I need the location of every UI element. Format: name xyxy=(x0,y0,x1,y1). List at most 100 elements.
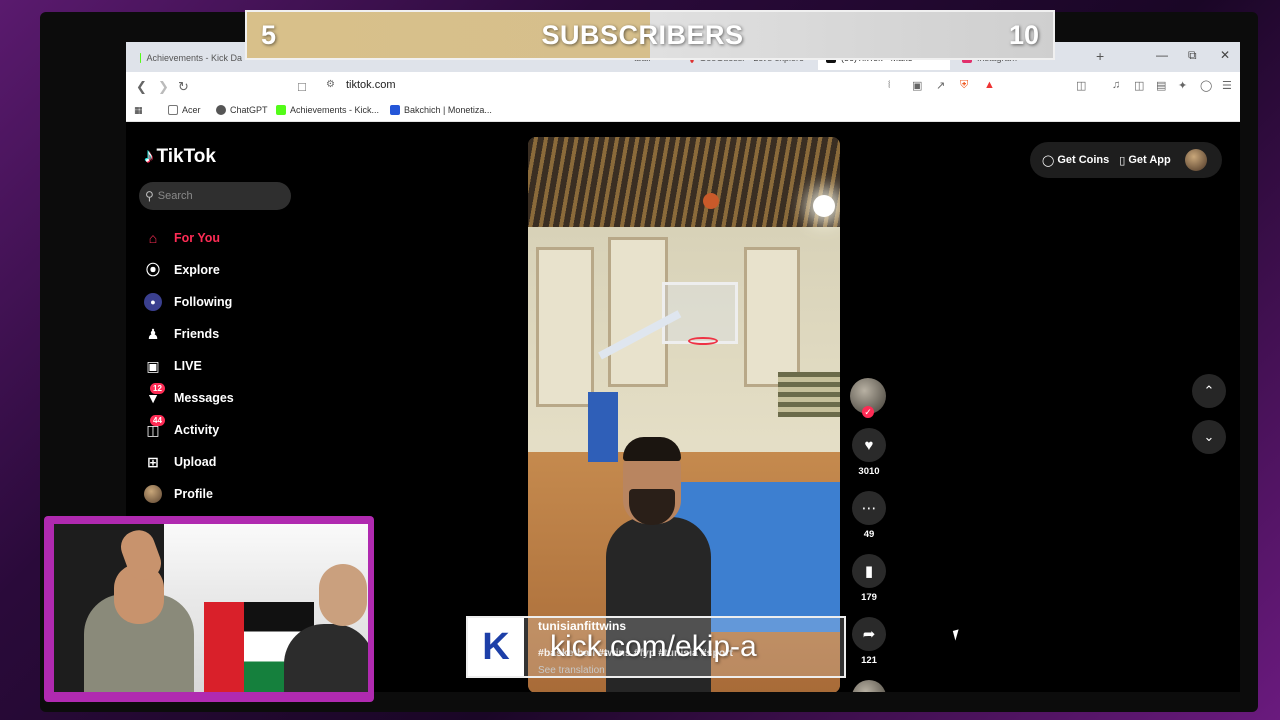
folder-icon xyxy=(168,105,178,115)
nav-label: Messages xyxy=(174,391,234,405)
get-coins-button[interactable]: ◯ Get Coins xyxy=(1042,154,1109,167)
forward-icon[interactable]: ❯ xyxy=(158,79,169,95)
sidebar-nav: ⌂ For You ⦿ Explore ● Following ♟ Friend… xyxy=(144,222,344,510)
menu-icon[interactable]: ☰ xyxy=(1222,79,1232,92)
back-icon[interactable]: ❮ xyxy=(136,79,147,95)
nav-label: Friends xyxy=(174,327,220,341)
nav-explore[interactable]: ⦿ Explore xyxy=(144,254,344,286)
music-disc-icon[interactable] xyxy=(852,680,886,692)
get-app-label: Get App xyxy=(1128,154,1171,166)
user-avatar[interactable] xyxy=(1184,149,1207,171)
nav-live[interactable]: ▣ LIVE xyxy=(144,350,344,382)
video-wall-panel xyxy=(536,247,594,407)
nav-for-you[interactable]: ⌂ For You xyxy=(144,222,344,254)
bookmark-label: Bakchich | Monetiza... xyxy=(404,105,492,115)
messages-badge: 12 xyxy=(150,383,165,394)
tab-kick-achievements[interactable]: Achievements - Kick Da xyxy=(132,46,250,70)
kick-url-banner: K kick.com/ekip-a xyxy=(466,616,846,678)
sidebar-icon[interactable]: ◫ xyxy=(1134,79,1144,92)
comment-icon[interactable]: ⋯ xyxy=(852,491,886,525)
bakchich-icon xyxy=(390,105,400,115)
nav-following[interactable]: ● Following xyxy=(144,286,344,318)
close-window-icon[interactable]: ✕ xyxy=(1220,48,1230,62)
compass-icon: ⦿ xyxy=(146,262,160,278)
tab-label: Achievements - Kick Da xyxy=(146,53,242,63)
nav-upload[interactable]: ⊞ Upload xyxy=(144,446,344,478)
home-icon: ⌂ xyxy=(148,230,158,246)
apps-grid-icon[interactable]: ▦ xyxy=(134,105,143,116)
bookmark-bakchich[interactable]: Bakchich | Monetiza... xyxy=(390,105,492,115)
nav-label: LIVE xyxy=(174,359,202,373)
new-tab-button[interactable]: + xyxy=(1096,48,1104,64)
like-action: ♥ 3010 xyxy=(850,428,888,477)
nav-label: Activity xyxy=(174,423,220,437)
bookmark-label: Achievements - Kick... xyxy=(290,105,380,115)
tiktok-note-icon: ♪ xyxy=(144,146,154,167)
following-icon: ● xyxy=(144,293,162,311)
bookmark-kick-achievements[interactable]: Achievements - Kick... xyxy=(276,105,379,115)
no-tracking-icon[interactable]: ⧙ xyxy=(888,79,890,92)
comment-count: 49 xyxy=(863,529,875,540)
vpn-icon[interactable]: ◯ xyxy=(1200,79,1212,92)
chevron-down-icon[interactable]: ⌄ xyxy=(1192,420,1226,454)
creator-avatar[interactable]: ✓ xyxy=(850,378,886,418)
nav-label: Explore xyxy=(174,263,220,277)
video-hoop-base xyxy=(588,392,618,462)
video-basketball xyxy=(703,193,719,209)
music-icon[interactable]: ♫ xyxy=(1112,79,1120,91)
reader-icon[interactable]: ◫ xyxy=(1076,79,1086,92)
video-player[interactable]: tunisianfittwins #basketball #twins #fyp… xyxy=(528,137,840,692)
video-light xyxy=(813,195,835,217)
kick-favicon-icon xyxy=(140,53,142,63)
brave-rewards-icon[interactable]: ▲ xyxy=(984,79,995,91)
chatgpt-icon xyxy=(216,105,226,115)
friends-icon: ♟ xyxy=(146,325,160,342)
logo-text: TikTok xyxy=(156,146,216,167)
nav-profile[interactable]: Profile xyxy=(144,478,344,510)
tiktok-logo[interactable]: ♪ TikTok xyxy=(144,146,216,168)
wallet-icon[interactable]: ▤ xyxy=(1156,79,1166,92)
bookmark-acer[interactable]: Acer xyxy=(168,105,201,115)
cast-icon[interactable]: ▣ xyxy=(912,79,922,92)
search-icon: ⚲ xyxy=(145,189,154,203)
brave-shield-icon[interactable]: ⛨ xyxy=(960,79,968,92)
get-coins-label: Get Coins xyxy=(1057,154,1110,166)
video-rim xyxy=(688,337,718,345)
share-action: ➦ 121 xyxy=(850,617,888,666)
site-settings-icon[interactable]: ⚙ xyxy=(326,79,335,90)
kick-icon xyxy=(276,105,286,115)
share-icon[interactable]: ↗ xyxy=(936,79,945,92)
minimize-icon[interactable]: — xyxy=(1156,48,1168,62)
follow-plus-icon[interactable]: ✓ xyxy=(862,406,874,418)
profile-avatar xyxy=(144,485,162,503)
video-wall-panel xyxy=(744,247,800,387)
save-action: ▮ 179 xyxy=(850,554,888,603)
upload-icon: ⊞ xyxy=(147,453,159,470)
subscriber-goal-bar: 5 SUBSCRIBERS 10 xyxy=(245,10,1055,60)
video-bleachers xyxy=(778,372,840,417)
nav-label: For You xyxy=(174,231,221,245)
restore-icon[interactable]: ⧉ xyxy=(1188,48,1197,63)
nav-label: Upload xyxy=(174,455,217,469)
share-arrow-icon[interactable]: ➦ xyxy=(852,617,886,651)
coin-icon: ◯ xyxy=(1042,154,1055,167)
search-input[interactable]: ⚲ Search xyxy=(139,182,291,210)
nav-messages[interactable]: ▼ 12 Messages xyxy=(144,382,344,414)
bookmark-save-icon[interactable]: ▮ xyxy=(852,554,886,588)
chevron-up-icon[interactable]: ⌃ xyxy=(1192,374,1226,408)
share-count: 121 xyxy=(861,655,877,666)
video-wall-panel xyxy=(608,237,668,387)
nav-friends[interactable]: ♟ Friends xyxy=(144,318,344,350)
heart-icon[interactable]: ♥ xyxy=(852,428,886,462)
leo-ai-icon[interactable]: ✦ xyxy=(1178,79,1187,92)
activity-badge: 44 xyxy=(150,415,165,426)
get-app-button[interactable]: ▯ Get App xyxy=(1119,154,1170,167)
nav-activity[interactable]: ◫ 44 Activity xyxy=(144,414,344,446)
bookmark-chatgpt[interactable]: ChatGPT xyxy=(216,105,268,115)
webcam-feed xyxy=(54,524,368,692)
address-bar[interactable]: ⚙ tiktok.com xyxy=(316,75,1036,97)
bookmark-icon[interactable]: □ xyxy=(298,79,306,94)
browser-toolbar: ❮ ❯ ↻ □ ⚙ tiktok.com ⧙ ▣ ↗ ⛨ ▲ ◫ ♫ ◫ ▤ ✦… xyxy=(126,72,1240,100)
reload-icon[interactable]: ↻ xyxy=(178,79,189,95)
header-actions: ◯ Get Coins ▯ Get App xyxy=(1030,142,1222,178)
